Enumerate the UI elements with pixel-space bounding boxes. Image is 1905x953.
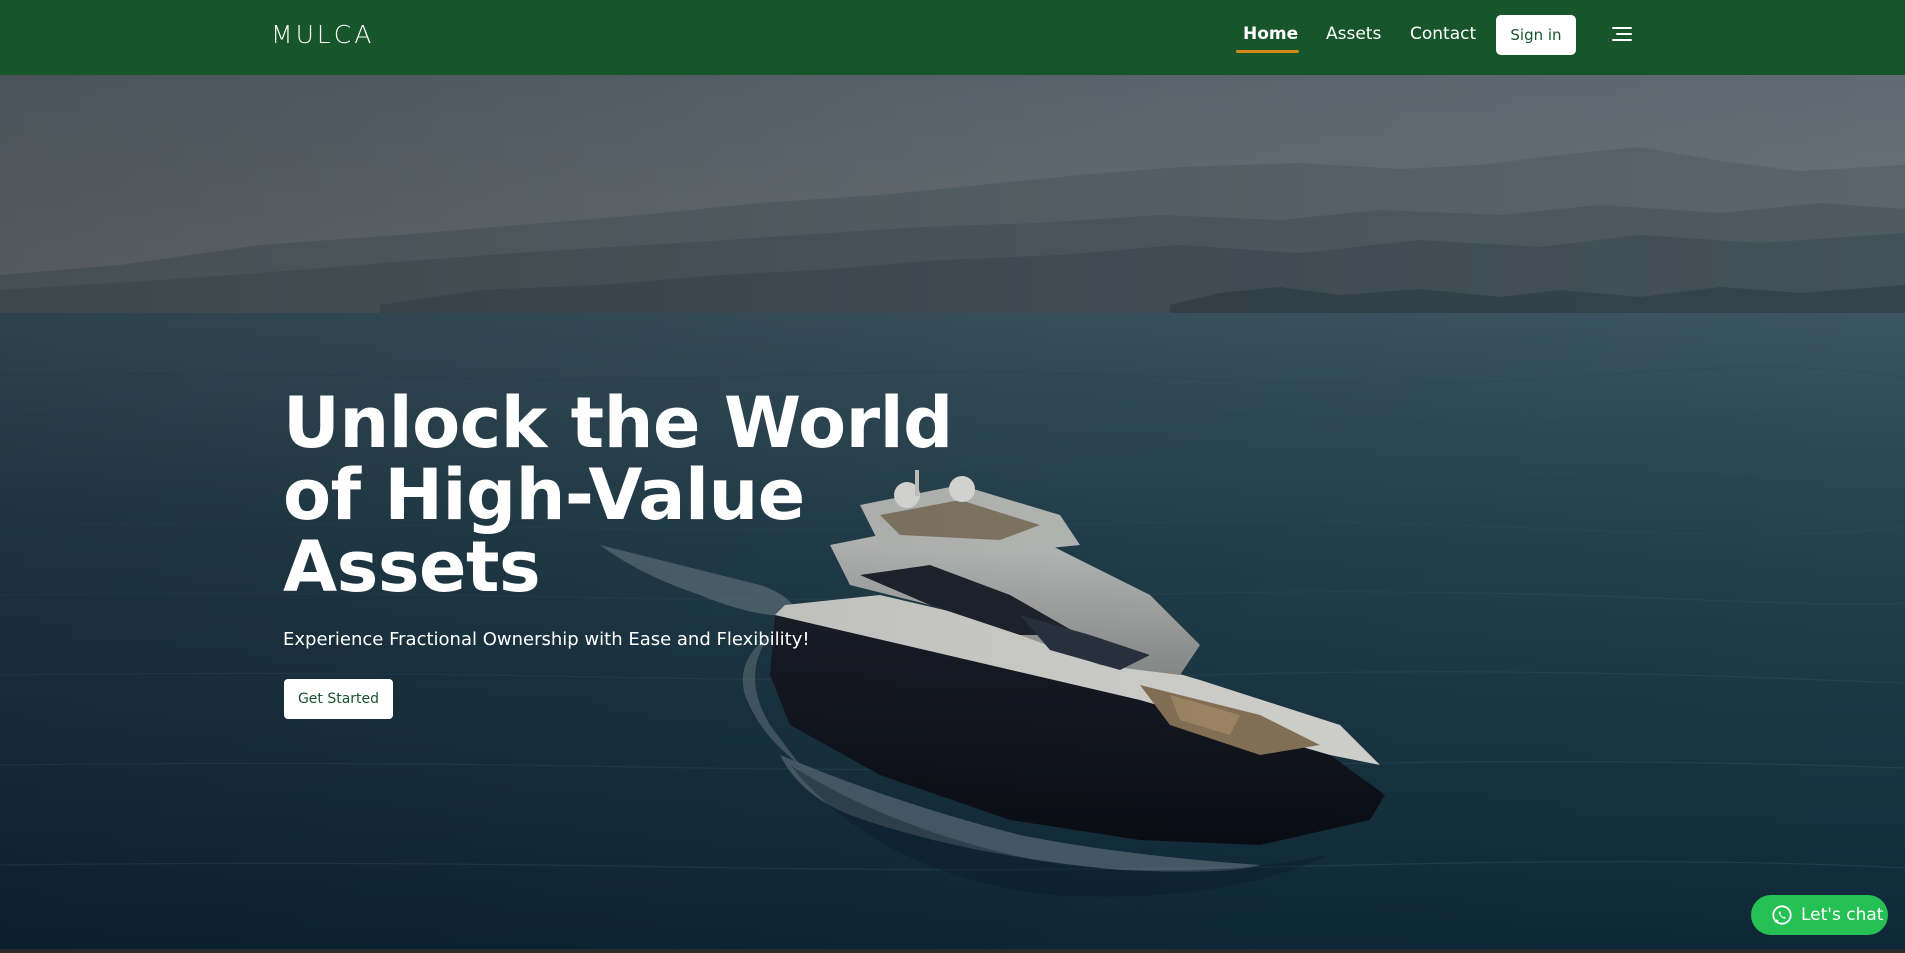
chat-label: Let's chat	[1801, 905, 1884, 925]
nav-contact[interactable]: Contact	[1410, 24, 1476, 44]
site-header: MULCA Home Assets Contact Sign in	[0, 0, 1905, 75]
whatsapp-icon	[1772, 905, 1792, 925]
lets-chat-button[interactable]: Let's chat	[1751, 895, 1888, 935]
bottom-border	[0, 949, 1905, 953]
nav-active-underline	[1236, 50, 1299, 53]
logo[interactable]: MULCA	[271, 20, 374, 49]
sign-in-button[interactable]: Sign in	[1496, 15, 1576, 55]
hero-section: Unlock the World of High-Value Assets Ex…	[0, 75, 1905, 953]
hamburger-menu-icon[interactable]	[1608, 22, 1632, 46]
hero-subtitle: Experience Fractional Ownership with Eas…	[283, 629, 810, 650]
hero-title: Unlock the World of High-Value Assets	[283, 382, 953, 608]
get-started-button[interactable]: Get Started	[284, 679, 393, 719]
nav-assets[interactable]: Assets	[1326, 24, 1381, 44]
nav-home[interactable]: Home	[1243, 24, 1298, 44]
